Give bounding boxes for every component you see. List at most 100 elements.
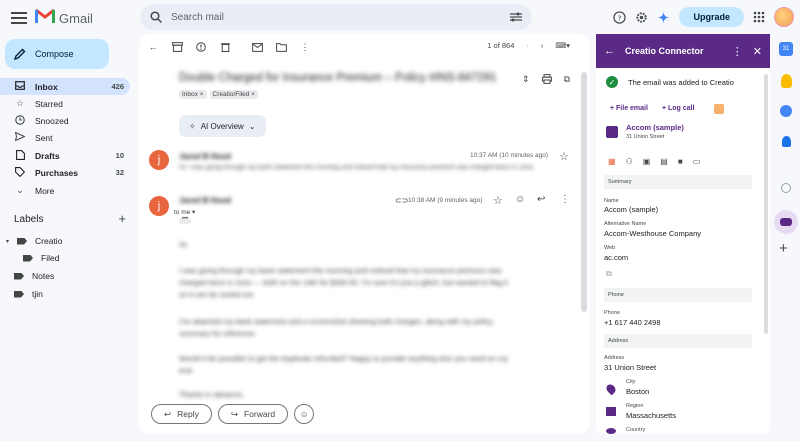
- star-icon[interactable]: ☆: [493, 194, 503, 207]
- field-value[interactable]: ac.com: [604, 253, 628, 262]
- mark-unread-icon[interactable]: [251, 41, 263, 53]
- get-addons-plus-icon[interactable]: +: [779, 240, 788, 257]
- gemini-sparkle-icon[interactable]: [657, 10, 671, 24]
- report-spam-icon[interactable]: [195, 41, 207, 53]
- add-label-plus-icon[interactable]: +: [118, 212, 126, 225]
- emoji-reaction-button[interactable]: ☺: [294, 404, 315, 424]
- caret-down-icon[interactable]: ▾: [6, 238, 9, 245]
- move-to-folder-icon[interactable]: [275, 41, 287, 53]
- field-label: Name: [604, 198, 619, 204]
- help-icon[interactable]: ?: [613, 10, 627, 24]
- sidebar-item-more[interactable]: ⌄ More: [0, 182, 130, 199]
- email-scrollbar[interactable]: [581, 72, 587, 312]
- account-card[interactable]: Accom (sample) 31 Union Street: [606, 123, 684, 140]
- reply-button[interactable]: ↩ Reply: [151, 404, 212, 424]
- main-menu-icon[interactable]: [10, 9, 28, 27]
- label-chip[interactable]: Creatio/Filed ×: [209, 90, 258, 99]
- tab-id-card-icon[interactable]: ▤: [660, 157, 668, 166]
- sidebar-item-sent[interactable]: Sent: [0, 129, 130, 146]
- open-in-new-window-icon[interactable]: ⧉: [564, 74, 570, 86]
- search-icon[interactable]: [150, 11, 162, 23]
- label-item-creatio[interactable]: ▾ Creatio: [6, 233, 62, 249]
- archive-icon[interactable]: [171, 41, 183, 53]
- emoji-reaction-icon[interactable]: ☺: [515, 194, 525, 205]
- account-name-link[interactable]: Accom (sample): [626, 123, 684, 132]
- recipient-to[interactable]: to me ▾: [174, 208, 195, 216]
- addon-gear-icon[interactable]: [781, 183, 791, 193]
- star-icon[interactable]: ☆: [559, 150, 569, 163]
- inbox-icon: [14, 81, 26, 92]
- file-email-link[interactable]: + File email: [610, 105, 648, 112]
- settings-gear-icon[interactable]: [635, 11, 648, 24]
- tab-person-icon[interactable]: ⚇: [626, 157, 633, 166]
- contacts-addon-icon[interactable]: [782, 136, 791, 147]
- account-avatar[interactable]: [774, 7, 794, 27]
- field-value[interactable]: +1 617 440 2498: [604, 318, 661, 327]
- ai-overview-button[interactable]: ✧ AI Overview ⌄: [179, 115, 266, 137]
- search-bar[interactable]: Search mail: [140, 4, 532, 30]
- sidebar-item-snoozed[interactable]: Snoozed: [0, 112, 130, 129]
- log-call-link[interactable]: + Log call: [662, 105, 694, 112]
- sender-avatar[interactable]: j: [149, 150, 169, 170]
- forward-button[interactable]: ↪ Forward: [217, 404, 289, 424]
- sender-avatar[interactable]: j: [149, 196, 169, 216]
- sidebar-item-starred[interactable]: ☆ Starred: [0, 95, 130, 112]
- delete-trash-icon[interactable]: [219, 41, 231, 53]
- section-phone: Phone: [604, 288, 752, 302]
- field-label: City: [626, 379, 636, 385]
- message-snippet[interactable]: Hi, I was going through my bank statemen…: [179, 164, 559, 171]
- calendar-addon-icon[interactable]: 31: [779, 42, 793, 56]
- sidebar-item-label: Inbox: [35, 81, 58, 92]
- sender-name[interactable]: Jared B Hood: [179, 196, 231, 205]
- tab-chat-icon[interactable]: ▭: [693, 157, 701, 166]
- tasks-addon-icon[interactable]: [780, 105, 792, 117]
- back-arrow-icon[interactable]: ←: [147, 41, 159, 53]
- reply-actions: ↩ Reply ↪ Forward ☺: [151, 404, 315, 424]
- tab-contact-card-icon[interactable]: ▣: [643, 157, 651, 166]
- creatio-addon-icon[interactable]: [774, 210, 798, 234]
- more-vert-icon[interactable]: ⋮: [299, 41, 311, 53]
- open-link-icon[interactable]: ⧉: [606, 269, 612, 279]
- label-item-notes[interactable]: Notes: [14, 268, 54, 284]
- tag-icon: [14, 166, 26, 179]
- print-icon[interactable]: [541, 74, 552, 86]
- reply-arrow-icon[interactable]: ↩: [537, 194, 545, 205]
- next-chevron-icon[interactable]: ›: [541, 41, 544, 50]
- compose-button[interactable]: Compose: [5, 39, 109, 69]
- field-value: Accom (sample): [604, 205, 659, 214]
- search-options-icon[interactable]: [510, 12, 522, 22]
- account-building-icon: [606, 125, 618, 138]
- close-icon[interactable]: ✕: [753, 45, 762, 58]
- apps-grid-icon[interactable]: [753, 11, 765, 23]
- tab-briefcase-icon[interactable]: ■: [678, 157, 683, 166]
- sender-name[interactable]: Jared B Hood: [179, 152, 231, 161]
- keyboard-input-tools-icon[interactable]: ⌨▾: [555, 41, 570, 50]
- label-chip[interactable]: Inbox ×: [179, 90, 207, 99]
- attachment-icon: ⊂⊃: [395, 196, 409, 205]
- envelope-action-icon[interactable]: [714, 104, 724, 114]
- send-icon: [14, 131, 26, 143]
- sidebar-item-inbox[interactable]: Inbox 426: [0, 78, 130, 95]
- message-body-line: end.: [179, 366, 194, 375]
- prev-chevron-icon[interactable]: ‹: [526, 41, 529, 50]
- search-input[interactable]: Search mail: [171, 12, 501, 23]
- more-vert-icon[interactable]: ⋮: [732, 45, 743, 58]
- keep-addon-icon[interactable]: [781, 74, 792, 88]
- panel-title: Creatio Connector: [625, 46, 704, 56]
- label-item-filed[interactable]: Filed: [23, 250, 59, 266]
- gmail-logo[interactable]: Gmail: [35, 8, 93, 27]
- message-body-line: Thanks in advance,: [179, 390, 245, 399]
- back-arrow-icon[interactable]: ←: [604, 45, 615, 57]
- pencil-icon: [14, 48, 26, 60]
- more-vert-icon[interactable]: ⋮: [560, 194, 570, 205]
- sidebar-item-drafts[interactable]: Drafts 10: [0, 147, 130, 164]
- check-circle-icon: ✓: [606, 76, 618, 88]
- upgrade-button[interactable]: Upgrade: [679, 7, 744, 27]
- tab-grid-icon[interactable]: ▦: [608, 157, 616, 166]
- panel-scrollbar[interactable]: [764, 74, 768, 334]
- sidebar-item-purchases[interactable]: Purchases 32: [0, 164, 130, 181]
- show-trimmed-icon[interactable]: •••: [179, 216, 191, 224]
- label-item-tjin[interactable]: tjin: [14, 286, 43, 302]
- sidebar-item-label: More: [35, 185, 55, 196]
- expand-collapse-icon[interactable]: ⇕: [522, 74, 530, 86]
